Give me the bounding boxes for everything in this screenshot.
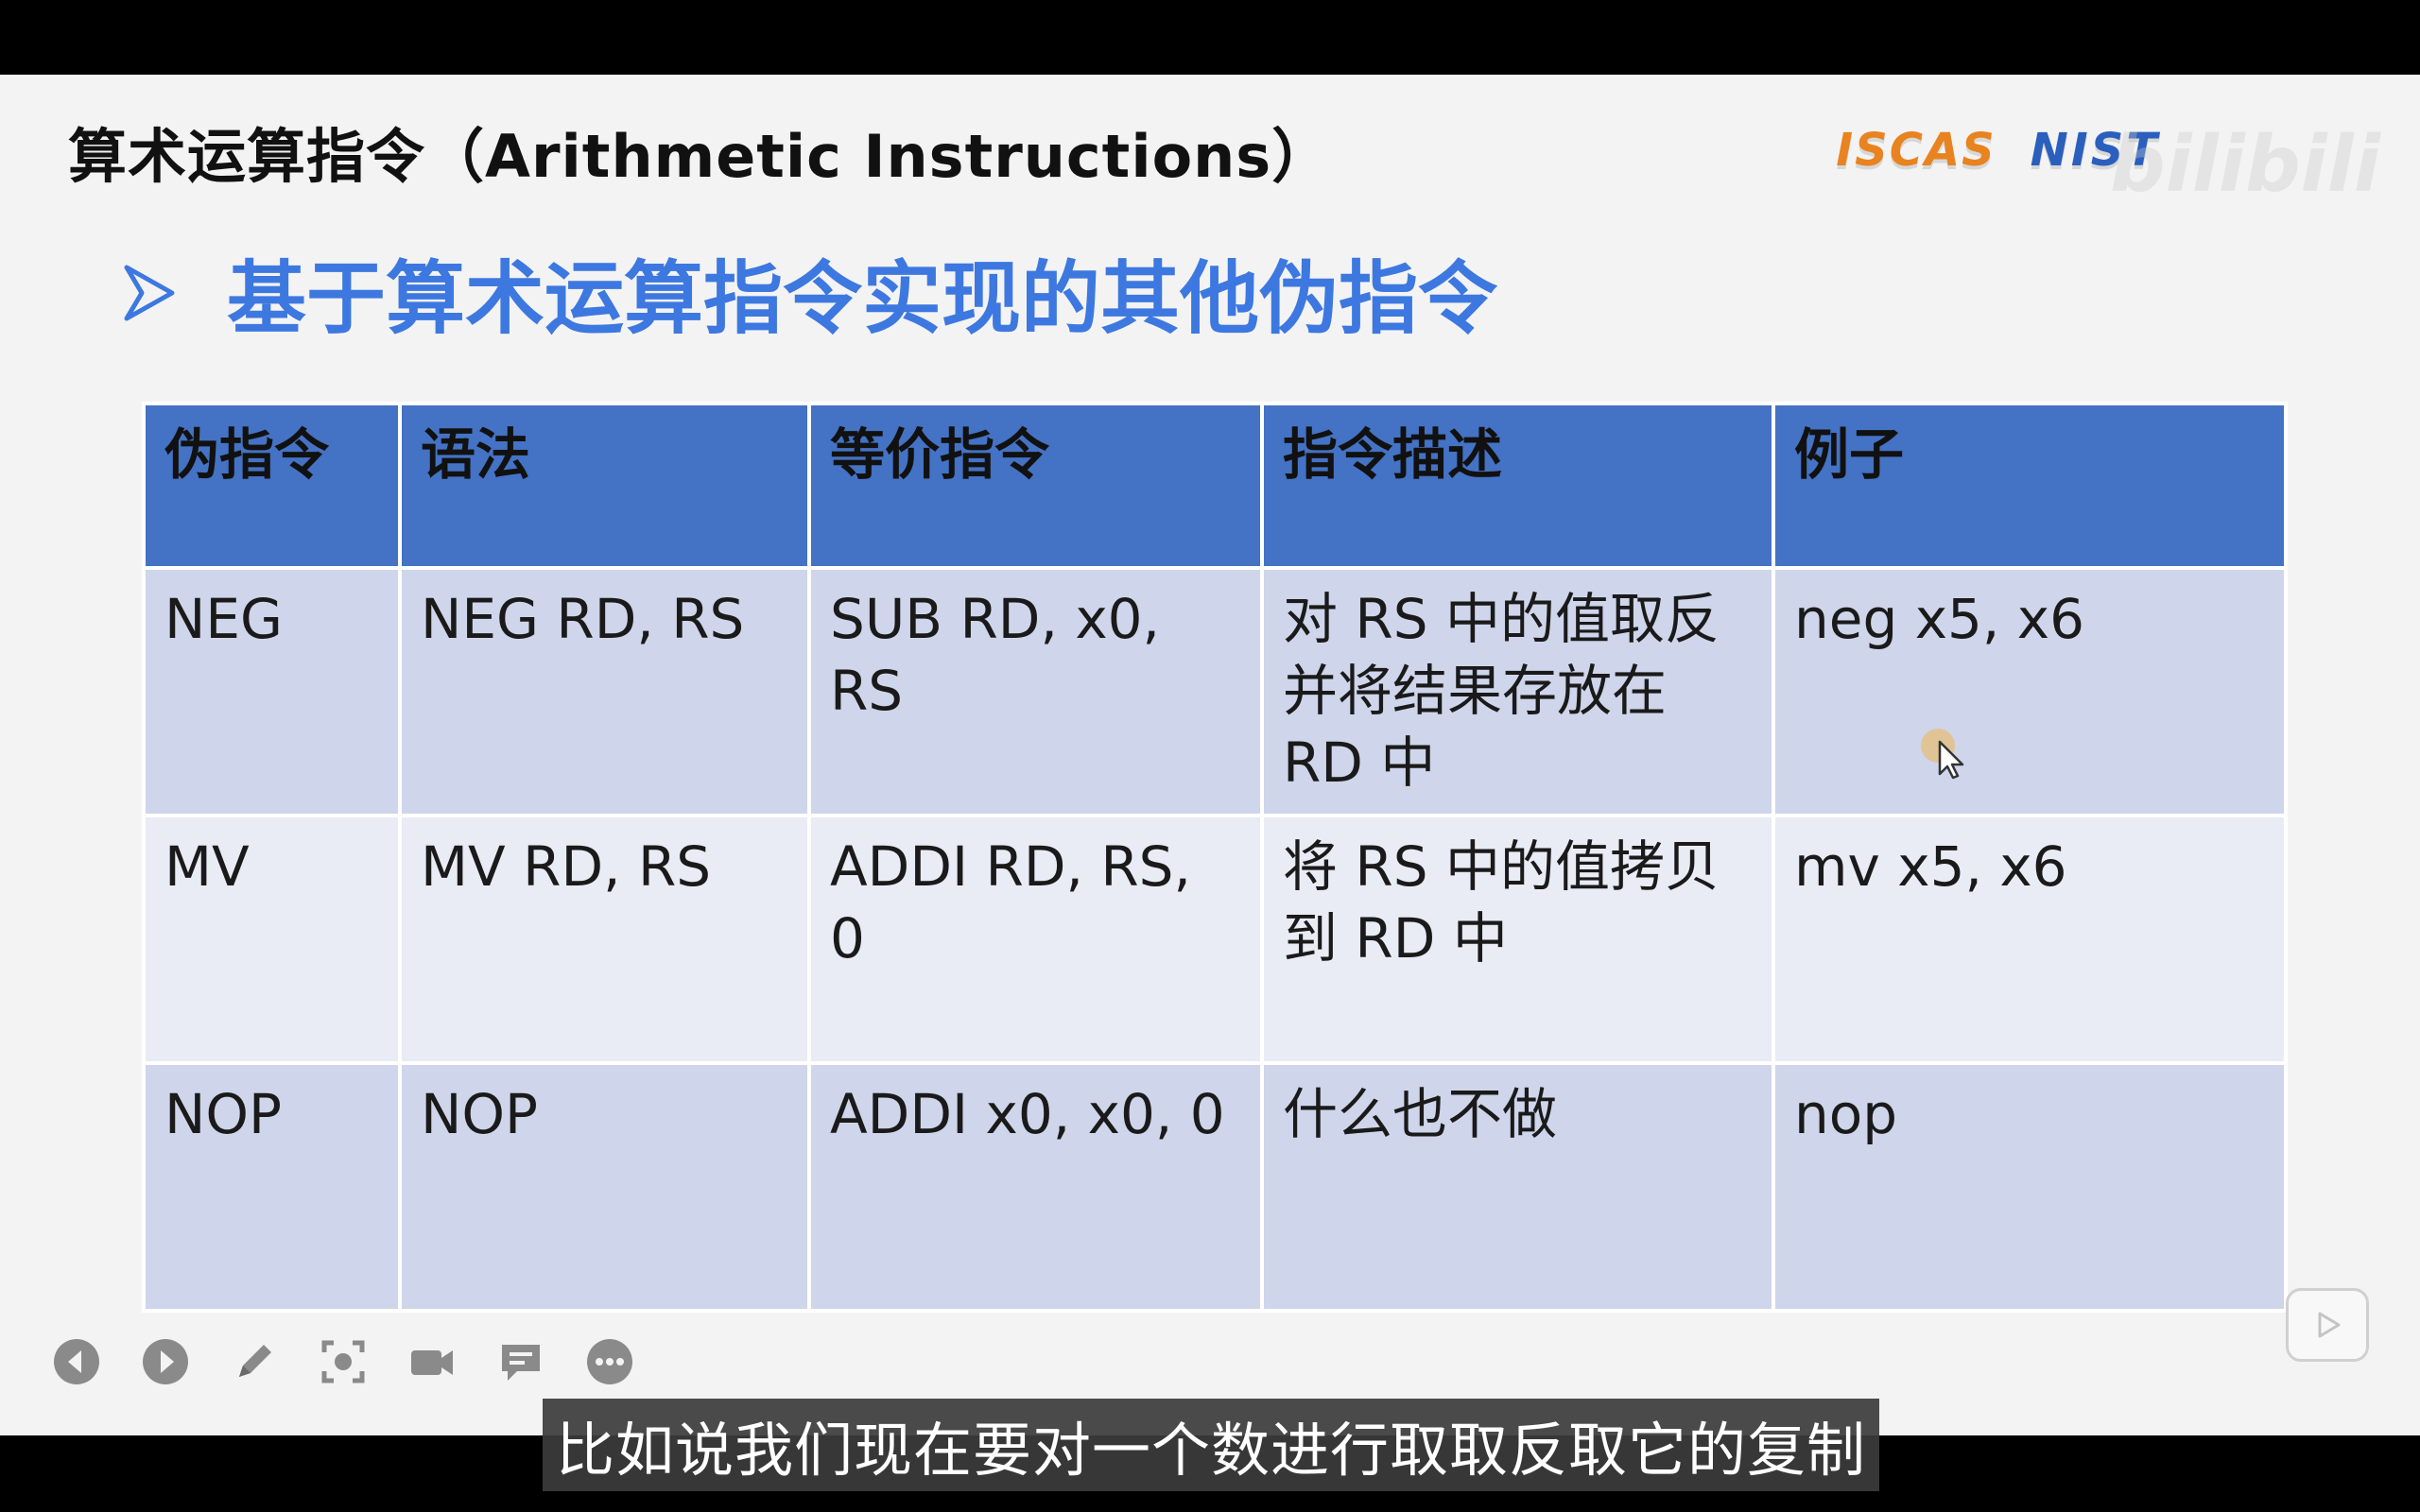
- play-icon: [2318, 1312, 2341, 1338]
- pen-icon: [239, 1345, 271, 1377]
- subtitle-text: 比如说我们现在要对一个数进行取取反取它的复制: [556, 1416, 1867, 1485]
- cell-equivalent: SUB RD, x0, RS: [807, 566, 1264, 817]
- cell-pseudo: NEG: [142, 566, 402, 817]
- screenshot-icon: [321, 1340, 365, 1383]
- subheading: 基于算术运算指令实现的其他伪指令: [123, 235, 1497, 350]
- bilibili-watermark: bilibili: [2109, 120, 2380, 210]
- table-row: NOP NOP ADDI x0, x0, 0 什么也不做 nop: [142, 1061, 2288, 1313]
- subheading-text: 基于算术运算指令实现的其他伪指令: [227, 252, 1498, 345]
- header-description: 指令描述: [1260, 402, 1775, 570]
- slide: 算术运算指令（Arithmetic Instructions） ISCAS NI…: [0, 75, 2420, 1435]
- prev-icon: [54, 1339, 99, 1384]
- table-row: MV MV RD, RS ADDI RD, RS, 0 将 RS 中的值拷贝到 …: [142, 814, 2288, 1065]
- prev-slide-button[interactable]: [49, 1334, 104, 1389]
- comment-button[interactable]: [493, 1334, 548, 1389]
- header-example: 例子: [1772, 402, 2288, 570]
- cell-pseudo: NOP: [142, 1061, 402, 1313]
- cell-description: 对 RS 中的值取反并将结果存放在 RD 中: [1260, 566, 1775, 817]
- cell-example: mv x5, x6: [1772, 814, 2288, 1065]
- cell-example: neg x5, x6: [1772, 566, 2288, 817]
- cell-example: nop: [1772, 1061, 2288, 1313]
- cell-pseudo: MV: [142, 814, 402, 1065]
- camera-icon: [411, 1350, 453, 1375]
- header-pseudo: 伪指令: [142, 402, 402, 570]
- cell-syntax: MV RD, RS: [398, 814, 811, 1065]
- cell-equivalent: ADDI x0, x0, 0: [807, 1061, 1264, 1313]
- header-equivalent: 等价指令: [807, 402, 1264, 570]
- cell-syntax: NEG RD, RS: [398, 566, 811, 817]
- more-button[interactable]: [582, 1334, 637, 1389]
- pseudo-instruction-table: 伪指令 语法 等价指令 指令描述 例子 NEG NEG RD, RS SUB R…: [142, 402, 2288, 1313]
- iscas-logo: ISCAS: [1836, 124, 1996, 177]
- pen-button[interactable]: [227, 1334, 282, 1389]
- cell-syntax: NOP: [398, 1061, 811, 1313]
- play-button[interactable]: [2286, 1288, 2369, 1362]
- subtitle-bar: 比如说我们现在要对一个数进行取取反取它的复制: [543, 1399, 1880, 1491]
- slideshow-toolbar: [49, 1334, 637, 1389]
- header-syntax: 语法: [398, 402, 811, 570]
- next-slide-button[interactable]: [138, 1334, 193, 1389]
- table-header-row: 伪指令 语法 等价指令 指令描述 例子: [142, 402, 2288, 570]
- screenshot-button[interactable]: [316, 1334, 371, 1389]
- mouse-cursor-icon: [1921, 729, 1964, 780]
- arrow-bullet-icon: [124, 265, 175, 320]
- slide-title: 算术运算指令（Arithmetic Instructions）: [68, 122, 1332, 191]
- comment-icon: [502, 1345, 540, 1381]
- next-icon: [143, 1339, 188, 1384]
- more-icon: [587, 1339, 632, 1384]
- cell-description: 将 RS 中的值拷贝到 RD 中: [1260, 814, 1775, 1065]
- cell-equivalent: ADDI RD, RS, 0: [807, 814, 1264, 1065]
- cell-description: 什么也不做: [1260, 1061, 1775, 1313]
- camera-button[interactable]: [405, 1334, 459, 1389]
- video-player: 算术运算指令（Arithmetic Instructions） ISCAS NI…: [0, 0, 2420, 1512]
